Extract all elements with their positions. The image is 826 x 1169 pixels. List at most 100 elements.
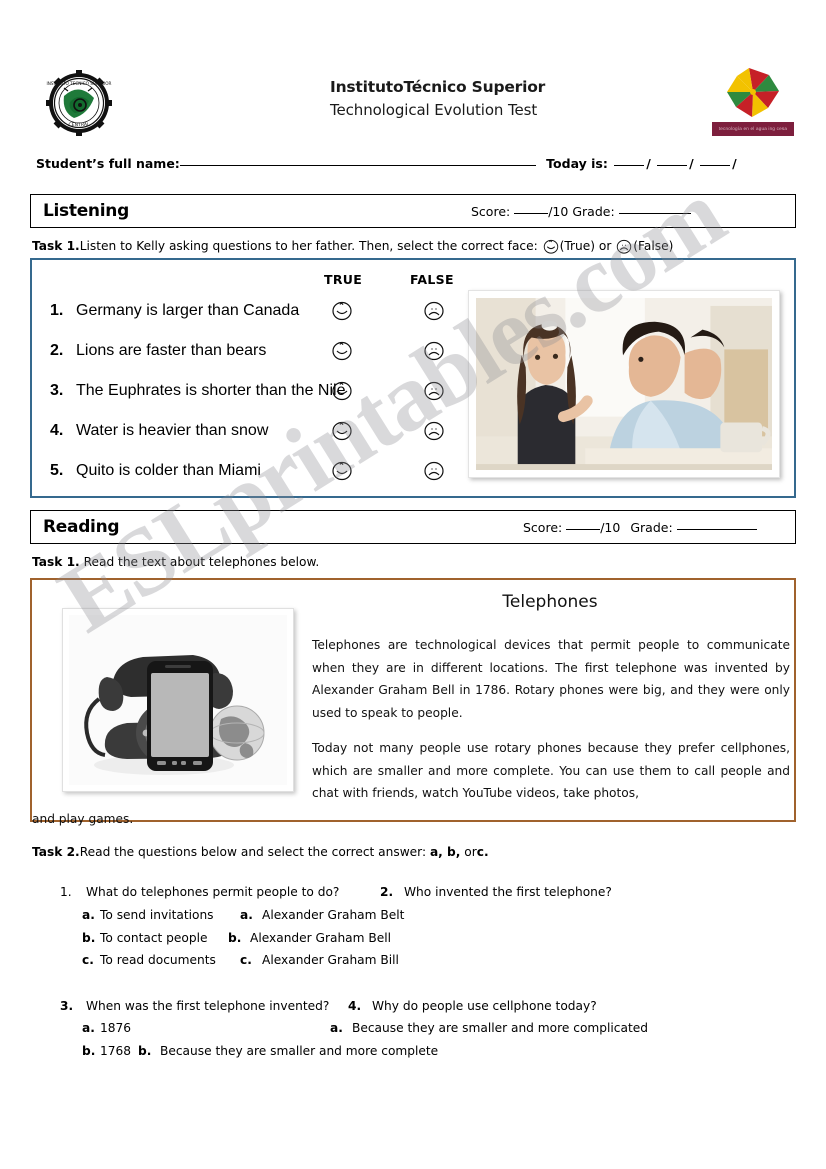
listening-score-label: Score: [471, 204, 511, 219]
date-slash-1: / [646, 156, 651, 171]
mcq-q1-option-b-letter[interactable]: b. [82, 931, 95, 945]
mcq-q1-option-b-text[interactable]: To contact people [100, 931, 208, 945]
listening-grade-input[interactable] [618, 213, 691, 214]
mcq-q3-text: When was the first telephone invented? [86, 999, 330, 1013]
pinwheel-logo-caption: tecnología en el agua ing cesa [712, 122, 794, 136]
listening-score-row: Score: /10 Grade: [471, 204, 691, 219]
listening-section-title: Listening [43, 201, 129, 221]
passage-paragraph-1: Telephones are technological devices tha… [312, 638, 790, 720]
listening-q5-number: 5. [50, 462, 64, 479]
page-header: INSTITUTO TECNICO SUPERIOR CENTRAL Insti… [0, 58, 826, 150]
mcq-q2-option-a-letter[interactable]: a. [240, 908, 253, 922]
reading-task2-text: Read the questions below and select the … [79, 845, 427, 859]
mcq-q1-option-c-letter[interactable]: c. [82, 953, 94, 967]
reading-task1-line: Task 1. Read the text about telephones b… [32, 555, 319, 569]
passage-paragraph-2: Today not many people use rotary phones … [312, 741, 790, 800]
reading-score-total: /10 [600, 520, 621, 535]
listening-q5-text: Quito is colder than Miami [76, 462, 261, 479]
mcq-q2-option-b-letter[interactable]: b. [228, 931, 241, 945]
mcq-q4-number: 4. [348, 999, 362, 1013]
mcq-q1-number: 1. [60, 885, 72, 899]
date-year-input[interactable] [700, 165, 731, 166]
mcq-q3-number: 3. [60, 999, 74, 1013]
student-info-row: Student’s full name: Today is: / / / [36, 156, 796, 178]
listening-section-banner: Listening Score: /10 Grade: [30, 194, 796, 228]
listening-score-input[interactable] [514, 213, 549, 214]
institute-seal-logo: INSTITUTO TECNICO SUPERIOR CENTRAL [44, 68, 114, 138]
listening-q3-false-face-icon[interactable] [422, 378, 446, 402]
reading-task1-text: Read the text about telephones below. [83, 555, 320, 569]
listening-q1-number: 1. [50, 302, 64, 319]
listening-q4-false-face-icon[interactable] [422, 418, 446, 442]
reading-section-title: Reading [43, 517, 120, 537]
mcq-q3-option-b-letter[interactable]: b. [82, 1044, 95, 1058]
mcq-q4-option-b-letter[interactable]: b. [138, 1044, 151, 1058]
listening-q5-false-face-icon[interactable] [422, 458, 446, 482]
student-name-input[interactable] [179, 165, 536, 166]
mcq-q1-option-a-text[interactable]: To send invitations [100, 908, 214, 922]
passage-title: Telephones [502, 592, 598, 612]
listening-false-word: (False) [633, 239, 674, 253]
listening-task1-number: Task 1. [32, 239, 80, 253]
mcq-q2-text: Who invented the first telephone? [404, 885, 612, 899]
listening-q2-number: 2. [50, 342, 64, 359]
mcq-q2-option-c-letter[interactable]: c. [240, 953, 252, 967]
mcq-q4-option-b-text[interactable]: Because they are smaller and more comple… [160, 1044, 438, 1058]
worksheet-page: INSTITUTO TECNICO SUPERIOR CENTRAL Insti… [0, 0, 826, 1169]
listening-q1-false-face-icon[interactable] [422, 298, 446, 322]
reading-task2-options-ab: a, b, [429, 845, 461, 859]
mcq-q4-text: Why do people use cellphone today? [372, 999, 597, 1013]
reading-task2-option-c: c. [476, 845, 489, 859]
listening-q1-true-face-icon[interactable] [330, 298, 354, 322]
pinwheel-logo: tecnología en el agua ing cesa [712, 66, 794, 142]
reading-score-input[interactable] [566, 529, 601, 530]
mcq-q1-option-a-letter[interactable]: a. [82, 908, 95, 922]
institution-title: InstitutoTécnico Superior [330, 78, 546, 96]
mcq-q2-option-c-text[interactable]: Alexander Graham Bill [262, 953, 399, 967]
date-slash-3: / [732, 156, 737, 171]
listening-q3-true-face-icon[interactable] [330, 378, 354, 402]
reading-grade-input[interactable] [676, 529, 757, 530]
listening-photo [468, 290, 780, 478]
svg-text:INSTITUTO TECNICO SUPERIOR: INSTITUTO TECNICO SUPERIOR [47, 81, 112, 86]
mcq-q3-option-a-letter[interactable]: a. [82, 1021, 95, 1035]
listening-q3-number: 3. [50, 382, 64, 399]
listening-task1-text: Listen to Kelly asking questions to her … [79, 239, 538, 253]
reading-score-row: Score: /10 Grade: [523, 520, 757, 535]
listening-q2-text: Lions are faster than bears [76, 342, 267, 359]
reading-task2-or: or [464, 845, 477, 859]
column-header-false: FALSE [410, 272, 454, 287]
date-month-input[interactable] [657, 165, 688, 166]
test-title: Technological Evolution Test [330, 101, 538, 119]
listening-q2-true-face-icon[interactable] [330, 338, 354, 362]
mcq-q2-option-b-text[interactable]: Alexander Graham Bell [250, 931, 391, 945]
listening-q1-text: Germany is larger than Canada [76, 302, 300, 319]
mcq-q3-option-a-text[interactable]: 1876 [100, 1021, 131, 1035]
listening-q3-text: The Euphrates is shorter than the Nile [76, 382, 346, 399]
listening-task1-line: Task 1.Listen to Kelly asking questions … [32, 237, 673, 255]
reading-task2-number: Task 2. [32, 845, 80, 859]
mcq-q1-option-c-text[interactable]: To read documents [100, 953, 216, 967]
today-label: Today is: [546, 156, 608, 171]
reading-grade-label: Grade: [630, 520, 673, 535]
student-name-label: Student’s full name: [36, 156, 180, 171]
mcq-q2-option-a-text[interactable]: Alexander Graham Belt [262, 908, 404, 922]
svg-text:CENTRAL: CENTRAL [68, 122, 90, 128]
listening-q5-true-face-icon[interactable] [330, 458, 354, 482]
listening-score-total: /10 [548, 204, 569, 219]
mcq-q3-option-b-text[interactable]: 1768 [100, 1044, 131, 1058]
reading-task2-line: Task 2.Read the questions below and sele… [32, 845, 489, 859]
mcq-q4-option-a-letter[interactable]: a. [330, 1021, 343, 1035]
date-day-input[interactable] [614, 165, 645, 166]
reading-section-banner: Reading Score: /10 Grade: [30, 510, 796, 544]
listening-q4-text: Water is heavier than snow [76, 422, 269, 439]
mcq-q4-option-a-text[interactable]: Because they are smaller and more compli… [352, 1021, 648, 1035]
mcq-q1-text: What do telephones permit people to do? [86, 885, 340, 899]
listening-grade-label: Grade: [572, 204, 615, 219]
listening-q4-true-face-icon[interactable] [330, 418, 354, 442]
reading-task1-number: Task 1. [32, 555, 80, 569]
column-header-true: TRUE [324, 272, 363, 287]
listening-true-word: (True) or [559, 239, 612, 253]
reading-score-label: Score: [523, 520, 563, 535]
listening-q2-false-face-icon[interactable] [422, 338, 446, 362]
